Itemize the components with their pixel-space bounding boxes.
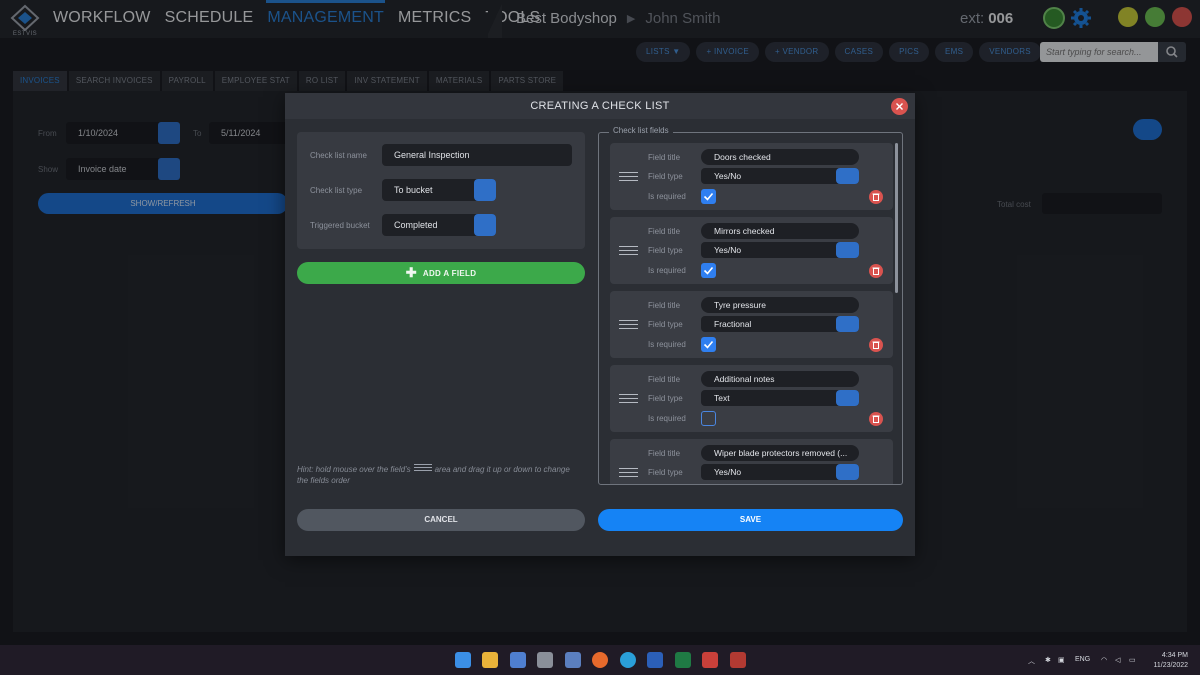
is-required-checkbox[interactable] <box>701 263 716 278</box>
dialog-title: CREATING A CHECK LIST <box>285 93 915 119</box>
windows-start-icon[interactable] <box>455 652 471 668</box>
is-required-label: Is required <box>648 340 686 349</box>
drag-hint: Hint: hold mouse over the field's area an… <box>297 464 577 486</box>
delete-field-button[interactable] <box>869 338 883 352</box>
telegram-icon[interactable] <box>620 652 636 668</box>
field-type-label: Field type <box>648 172 683 181</box>
wifi-icon[interactable]: ◠ <box>1101 656 1107 664</box>
field-title-label: Field title <box>648 227 681 236</box>
clock-date: 11/23/2022 <box>1153 662 1188 669</box>
language-indicator[interactable]: ENG <box>1075 656 1090 663</box>
media-icon[interactable] <box>702 652 718 668</box>
field-card: Field title Tyre pressure Field type Fra… <box>610 291 893 358</box>
checklist-type-stepper[interactable] <box>474 179 496 201</box>
field-type-stepper[interactable] <box>836 316 859 332</box>
field-card: Field title Mirrors checked Field type Y… <box>610 217 893 284</box>
checkmark-icon <box>703 192 714 201</box>
drag-handle-icon[interactable] <box>619 172 638 181</box>
excel-icon[interactable] <box>675 652 691 668</box>
drag-handle-icon[interactable] <box>619 246 638 255</box>
trash-icon <box>872 267 880 275</box>
field-type-stepper[interactable] <box>836 390 859 406</box>
field-title-input[interactable]: Additional notes <box>701 371 859 387</box>
drag-handle-icon[interactable] <box>619 468 638 477</box>
field-title-input[interactable]: Tyre pressure <box>701 297 859 313</box>
estvis-app-icon[interactable] <box>565 652 581 668</box>
field-title-label: Field title <box>648 301 681 310</box>
is-required-label: Is required <box>648 414 686 423</box>
file-explorer-icon[interactable] <box>482 652 498 668</box>
checkmark-icon <box>703 340 714 349</box>
tray-app-icon[interactable]: ▣ <box>1058 656 1065 664</box>
triggered-bucket-label: Triggered bucket <box>310 221 370 230</box>
save-button[interactable]: SAVE <box>598 509 903 531</box>
field-card: Field title Doors checked Field type Yes… <box>610 143 893 210</box>
field-type-stepper[interactable] <box>836 464 859 480</box>
http-tool-icon[interactable] <box>730 652 746 668</box>
tray-bluetooth-icon[interactable]: ✱ <box>1045 656 1051 664</box>
close-icon <box>896 103 903 110</box>
word-icon[interactable] <box>647 652 663 668</box>
drag-handle-icon[interactable] <box>619 320 638 329</box>
fields-scrollbar[interactable] <box>895 143 898 293</box>
clock-time: 4:34 PM <box>1161 652 1188 659</box>
is-required-checkbox[interactable] <box>701 189 716 204</box>
cancel-button[interactable]: CANCEL <box>297 509 585 531</box>
delete-field-button[interactable] <box>869 412 883 426</box>
checklist-name-input[interactable]: General Inspection <box>382 144 572 166</box>
field-card: Field title Wiper blade protectors remov… <box>610 439 893 484</box>
field-type-stepper[interactable] <box>836 168 859 184</box>
battery-icon[interactable]: ▭ <box>1129 656 1136 664</box>
field-type-label: Field type <box>648 246 683 255</box>
dialog-close-button[interactable] <box>891 98 908 115</box>
create-checklist-dialog: CREATING A CHECK LIST Check list name Ge… <box>285 93 915 556</box>
drag-handle-icon[interactable] <box>619 394 638 403</box>
delete-field-button[interactable] <box>869 264 883 278</box>
field-title-label: Field title <box>648 153 681 162</box>
field-type-label: Field type <box>648 394 683 403</box>
save-disk-icon[interactable] <box>510 652 526 668</box>
tools-icon[interactable] <box>537 652 553 668</box>
field-type-label: Field type <box>648 320 683 329</box>
delete-field-button[interactable] <box>869 190 883 204</box>
trash-icon <box>872 341 880 349</box>
field-card: Field title Additional notes Field type … <box>610 365 893 432</box>
hint-text-before: Hint: hold mouse over the field's <box>297 465 411 474</box>
field-title-input[interactable]: Wiper blade protectors removed (... <box>701 445 859 461</box>
add-field-button[interactable]: ✚ ADD A FIELD <box>297 262 585 284</box>
fields-legend: Check list fields <box>609 126 673 135</box>
field-title-input[interactable]: Mirrors checked <box>701 223 859 239</box>
tray-chevron-icon[interactable]: ︿ <box>1028 656 1035 666</box>
checklist-name-label: Check list name <box>310 151 367 160</box>
field-type-stepper[interactable] <box>836 242 859 258</box>
checklist-fields-group: Field title Doors checked Field type Yes… <box>598 132 903 485</box>
is-required-checkbox[interactable] <box>701 411 716 426</box>
triggered-bucket-stepper[interactable] <box>474 214 496 236</box>
is-required-checkbox[interactable] <box>701 337 716 352</box>
checklist-type-label: Check list type <box>310 186 363 195</box>
trash-icon <box>872 193 880 201</box>
system-clock[interactable]: 4:34 PM 11/23/2022 <box>1148 651 1188 671</box>
is-required-label: Is required <box>648 192 686 201</box>
field-title-label: Field title <box>648 375 681 384</box>
field-type-label: Field type <box>648 468 683 477</box>
volume-icon[interactable]: ◁ <box>1115 656 1120 664</box>
checkmark-icon <box>703 266 714 275</box>
is-required-label: Is required <box>648 266 686 275</box>
field-title-label: Field title <box>648 449 681 458</box>
field-title-input[interactable]: Doors checked <box>701 149 859 165</box>
firefox-icon[interactable] <box>592 652 608 668</box>
trash-icon <box>872 415 880 423</box>
add-field-label: ADD A FIELD <box>422 269 477 278</box>
plus-icon: ✚ <box>405 265 417 280</box>
checklist-settings-panel: Check list name General Inspection Check… <box>297 132 585 249</box>
drag-handle-icon <box>413 464 432 471</box>
